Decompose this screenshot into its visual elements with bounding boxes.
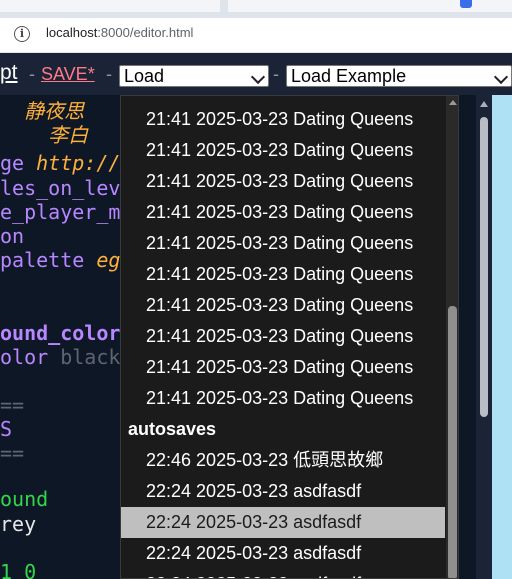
code-line[interactable]: les_on_lev bbox=[0, 176, 120, 200]
browser-tab-strip bbox=[0, 0, 512, 18]
load-example-select[interactable]: Load Example bbox=[286, 65, 512, 87]
code-token: ound bbox=[0, 487, 49, 511]
dropdown-option[interactable]: 22:24 2025-03-23 asdfasdf bbox=[121, 538, 445, 569]
code-token: ge bbox=[0, 151, 37, 175]
code-line[interactable]: 1 0 bbox=[0, 560, 36, 579]
code-token: palette bbox=[0, 248, 97, 272]
dropdown-group-label: autosaves bbox=[128, 419, 217, 439]
code-line[interactable]: on bbox=[0, 224, 24, 248]
code-token: eg bbox=[96, 248, 121, 272]
dropdown-option[interactable]: 21:41 2025-03-23 Dating Queens bbox=[121, 104, 445, 135]
code-line[interactable]: ound bbox=[0, 487, 48, 511]
editor-scrollbar[interactable] bbox=[476, 95, 492, 579]
code-token: 1 0 bbox=[0, 560, 37, 579]
code-line[interactable]: e_player_m bbox=[0, 200, 120, 224]
code-line[interactable]: S bbox=[0, 417, 12, 441]
code-line[interactable]: ound_color bbox=[0, 321, 120, 345]
code-token: olor bbox=[0, 345, 61, 369]
address-bar[interactable]: i localhost:8000/editor.html bbox=[0, 18, 512, 53]
scroll-up-arrow-icon[interactable] bbox=[449, 100, 457, 105]
save-link[interactable]: SAVE* bbox=[41, 64, 95, 85]
code-line[interactable]: rey bbox=[0, 512, 36, 536]
load-dropdown-list[interactable]: 22:24 2025-03-23 asdfasdf 22:24 2025-03-2… bbox=[120, 95, 459, 579]
code-line[interactable]: ge http:// bbox=[0, 151, 120, 175]
game-preview-area bbox=[492, 95, 512, 579]
browser-tab-active[interactable] bbox=[228, 0, 512, 12]
url-host: localhost bbox=[46, 25, 98, 40]
code-token: S bbox=[0, 417, 13, 441]
load-select[interactable]: Load bbox=[119, 65, 269, 87]
browser-tab[interactable] bbox=[0, 0, 220, 12]
scroll-up-arrow-icon[interactable] bbox=[480, 101, 488, 107]
tab-favicon-icon bbox=[460, 0, 472, 8]
code-token: http:// bbox=[36, 151, 121, 175]
code-token: les_on_lev bbox=[0, 176, 121, 200]
code-line[interactable]: 李白 bbox=[0, 123, 88, 147]
url-text[interactable]: localhost:8000/editor.html bbox=[46, 25, 193, 40]
code-token: == bbox=[0, 441, 25, 465]
load-select-value: Load bbox=[124, 66, 165, 86]
site-info-icon[interactable]: i bbox=[14, 26, 30, 42]
code-line[interactable]: == bbox=[0, 393, 24, 417]
dropdown-option[interactable]: 22:24 2025-03-23 asdfasdf bbox=[121, 476, 445, 507]
dropdown-option[interactable]: 21:41 2025-03-23 Dating Queens bbox=[121, 321, 445, 352]
code-line[interactable]: olor black bbox=[0, 345, 120, 369]
url-path: :8000/editor.html bbox=[97, 25, 194, 40]
toolbar-separator: - bbox=[273, 64, 279, 84]
dropdown-option[interactable]: 22:46 2025-03-23 低頭思故鄉 bbox=[121, 445, 445, 476]
dropdown-option-highlighted[interactable]: 22:24 2025-03-23 asdfasdf bbox=[121, 507, 445, 538]
editor-toolbar: pt - SAVE* - Load - Load Example bbox=[0, 53, 512, 95]
editor-scrollbar-thumb[interactable] bbox=[480, 117, 488, 417]
code-token: rey bbox=[0, 512, 37, 536]
dropdown-scrollbar-thumb[interactable] bbox=[448, 306, 457, 578]
dropdown-option[interactable]: 21:41 2025-03-23 Dating Queens bbox=[121, 352, 445, 383]
code-token: black bbox=[60, 345, 121, 369]
code-token: e_player_m bbox=[0, 200, 121, 224]
code-token: 李白 bbox=[0, 123, 89, 147]
code-token: 静夜思 bbox=[0, 99, 85, 123]
code-line[interactable]: palette eg bbox=[0, 248, 120, 272]
code-token: == bbox=[0, 393, 25, 417]
dropdown-option[interactable]: 21:41 2025-03-23 Dating Queens bbox=[121, 135, 445, 166]
dropdown-option[interactable]: 21:41 2025-03-23 Dating Queens bbox=[121, 228, 445, 259]
dropdown-option[interactable]: 21:41 2025-03-23 Dating Queens bbox=[121, 259, 445, 290]
load-example-select-value: Load Example bbox=[291, 66, 407, 86]
dropdown-scrollbar[interactable] bbox=[446, 96, 458, 578]
dropdown-option[interactable]: 21:41 2025-03-23 Dating Queens bbox=[121, 290, 445, 321]
dropdown-option[interactable]: 22:24 2025-03-23 asdfasdf bbox=[121, 569, 445, 578]
chevron-down-icon bbox=[493, 69, 509, 85]
dropdown-option[interactable]: 21:41 2025-03-23 Dating Queens bbox=[121, 166, 445, 197]
chevron-down-icon bbox=[250, 69, 266, 85]
toolbar-separator: - bbox=[106, 64, 112, 84]
code-line[interactable]: 静夜思 bbox=[0, 99, 84, 123]
dropdown-option[interactable]: 21:41 2025-03-23 Dating Queens bbox=[121, 197, 445, 228]
code-token: on bbox=[0, 224, 25, 248]
code-token: ound_color bbox=[0, 321, 121, 345]
code-line[interactable]: == bbox=[0, 441, 24, 465]
toolbar-separator: - bbox=[29, 64, 35, 84]
dropdown-option[interactable]: 21:41 2025-03-23 Dating Queens bbox=[121, 383, 445, 414]
editor-title-link[interactable]: pt bbox=[0, 61, 18, 85]
